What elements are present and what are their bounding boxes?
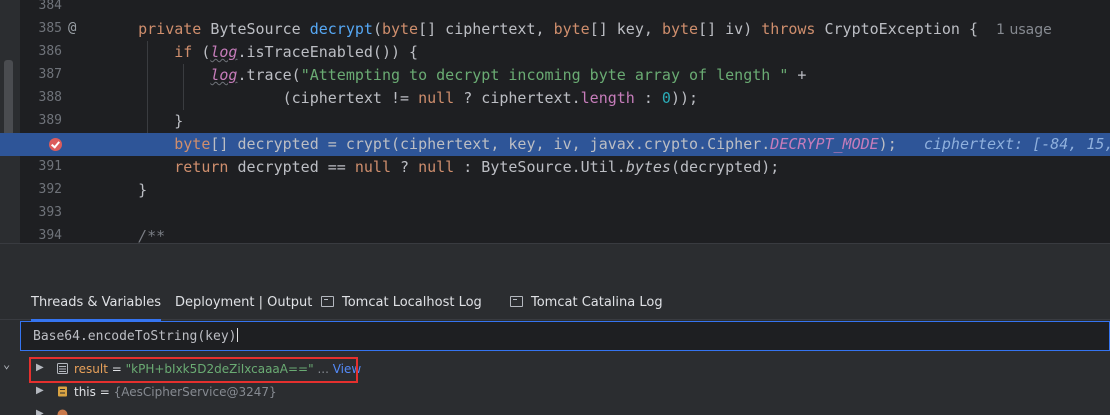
field-icon (58, 386, 67, 397)
evaluate-expression-bar[interactable]: Base64.encodeToString(key) (20, 321, 1110, 351)
expression-text: Base64.encodeToString(key) (33, 329, 237, 344)
variable-row-this[interactable]: ▶ this = {AesCipherService@3247} (20, 382, 1110, 404)
tab-label: Tomcat Localhost Log (342, 295, 482, 310)
line-number: 387 (38, 67, 62, 82)
line-number: 392 (38, 182, 62, 197)
code-text: byte[] decrypted = crypt(ciphertext, key… (102, 135, 1110, 153)
code-line-392[interactable]: 392 } (0, 179, 1110, 202)
code-text: (ciphertext != null ? ciphertext.length … (102, 89, 699, 107)
frames-pane-edge: ⌄ (0, 351, 20, 415)
tab-tomcat-localhost-log[interactable]: Tomcat Localhost Log (321, 287, 482, 319)
line-number: 393 (38, 205, 62, 220)
panel-separator (0, 243, 1110, 288)
code-line-387[interactable]: 387 log.trace("Attempting to decrypt inc… (0, 64, 1110, 87)
line-number: 384 (38, 0, 62, 13)
code-line-388[interactable]: 388 (ciphertext != null ? ciphertext.len… (0, 87, 1110, 110)
code-text: return decrypted == null ? null : ByteSo… (174, 158, 780, 176)
indent-guide (183, 64, 184, 110)
code-line-393[interactable]: 393 (0, 202, 1110, 225)
text-caret (236, 328, 238, 342)
debug-tool-tabs: Threads & Variables Deployment | Output … (0, 287, 1110, 321)
line-number: 388 (38, 90, 62, 105)
code-line-391[interactable]: 391 return decrypted == null ? null : By… (0, 156, 1110, 179)
tab-label: Tomcat Catalina Log (531, 295, 663, 310)
result-highlight-box (29, 357, 358, 383)
tab-threads-variables[interactable]: Threads & Variables (31, 287, 162, 321)
console-icon (321, 296, 334, 307)
variable-icon (57, 409, 68, 415)
tab-tomcat-catalina-log[interactable]: Tomcat Catalina Log (510, 287, 663, 319)
code-text: } (102, 181, 148, 199)
inline-debug-value[interactable]: ciphertext: [-84, 15, (924, 135, 1110, 153)
breakpoint-icon[interactable] (49, 138, 62, 151)
tab-deployment-output[interactable]: Deployment | Output (175, 287, 312, 319)
code-text: if (log.isTraceEnabled()) { (174, 43, 419, 61)
expand-arrow-icon[interactable]: ▶ (36, 408, 44, 415)
console-icon (510, 296, 523, 307)
code-line-390-current[interactable]: 390 byte[] decrypted = crypt(ciphertext,… (0, 133, 1110, 156)
indent-guide (147, 41, 148, 133)
expand-arrow-icon[interactable]: ▶ (36, 385, 44, 396)
code-line-394[interactable]: 394 /** (0, 225, 1110, 243)
code-line-386[interactable]: 386 if (log.isTraceEnabled()) { (0, 41, 1110, 64)
usage-hint[interactable]: 1 usage (996, 22, 1052, 38)
variable-row-partial[interactable]: ▶ (20, 405, 1110, 415)
code-text: /** (138, 227, 166, 243)
at-override-icon[interactable]: @ (68, 20, 76, 36)
code-text: private ByteSource decrypt(byte[] cipher… (138, 20, 1052, 38)
variable-text: this = {AesCipherService@3247} (74, 385, 277, 399)
code-text: } (102, 112, 184, 130)
chevron-down-icon[interactable]: ⌄ (3, 357, 10, 371)
line-number: 394 (38, 228, 62, 243)
variables-tree[interactable]: ▶ result = "kPH+bIxk5D2deZiIxcaaaA==" ..… (20, 351, 1110, 415)
evaluate-expression-input[interactable]: Base64.encodeToString(key) (33, 328, 238, 344)
line-number: 385 (38, 21, 62, 36)
code-line-389[interactable]: 389 } (0, 110, 1110, 133)
equals-sign: = (95, 385, 114, 399)
variable-value: {AesCipherService@3247} (113, 385, 277, 399)
code-line-385[interactable]: 385 @ private ByteSource decrypt(byte[] … (0, 18, 1110, 41)
code-text: log.trace("Attempting to decrypt incomin… (210, 66, 807, 84)
line-number: 391 (38, 159, 62, 174)
tab-label: Threads & Variables (31, 295, 162, 310)
code-editor[interactable]: 384 385 @ private ByteSource decrypt(byt… (0, 0, 1110, 243)
line-number: 389 (38, 113, 62, 128)
variable-name: this (74, 385, 96, 399)
tab-label: Deployment | Output (175, 295, 313, 310)
line-number: 386 (38, 44, 62, 59)
code-line-384[interactable]: 384 (0, 0, 1110, 18)
